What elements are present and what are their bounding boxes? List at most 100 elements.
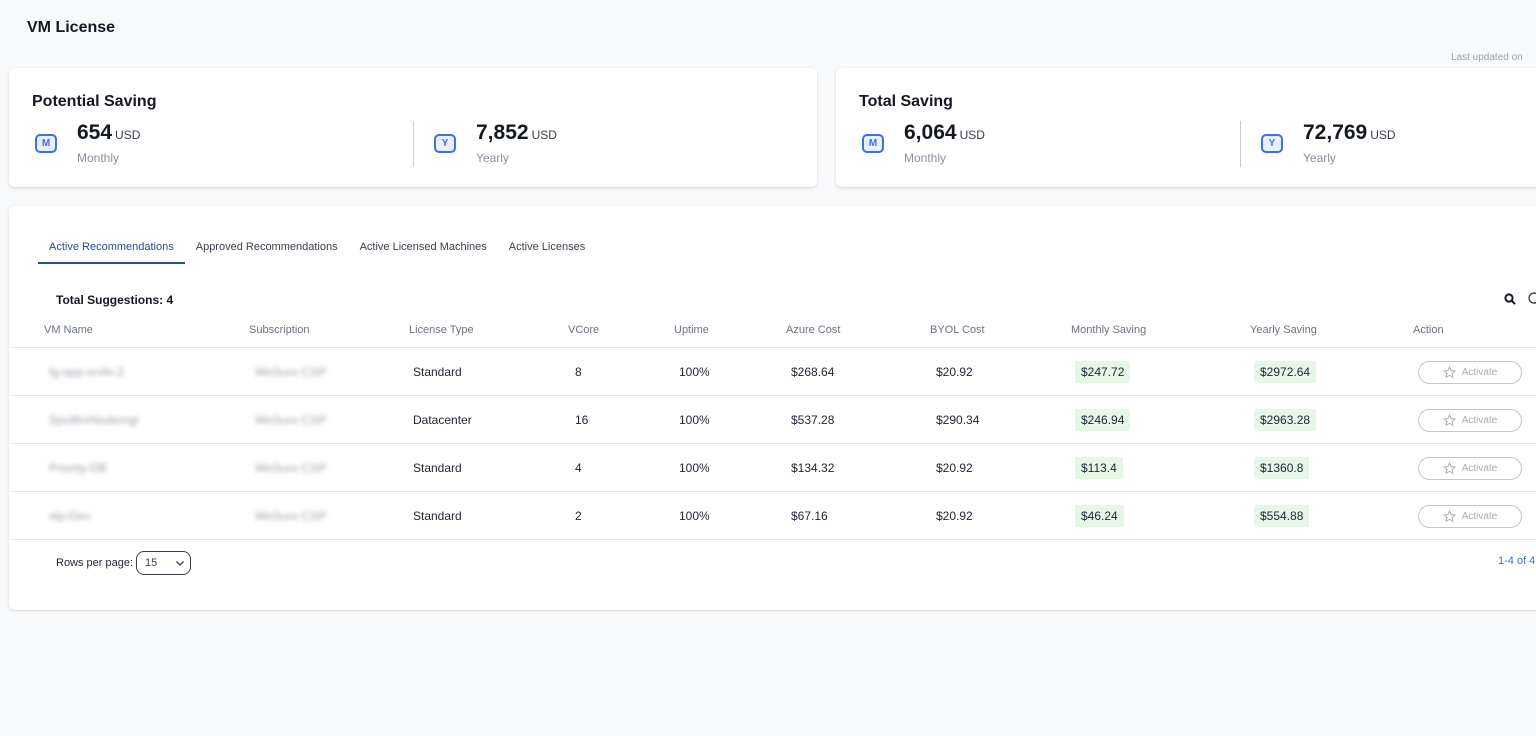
potential-monthly-period: Monthly — [77, 151, 120, 165]
subscription: WeSure CSP — [255, 365, 327, 379]
azure-cost: $67.16 — [791, 509, 828, 523]
monthly-saving-badge: $246.94 — [1075, 409, 1131, 431]
rows-per-page: Rows per page: 15 — [56, 551, 192, 575]
uptime: 100% — [679, 461, 710, 475]
tab-bar: Active Recommendations Approved Recommen… — [38, 234, 596, 264]
table-row: Priority-DB WeSure CSP Standard 4 100% $… — [9, 444, 1536, 492]
byol-cost: $20.92 — [936, 365, 973, 379]
col-byol-cost[interactable]: BYOL Cost — [930, 324, 985, 336]
vcore: 4 — [575, 461, 582, 475]
uptime: 100% — [679, 413, 710, 427]
tab-active-licensed-machines[interactable]: Active Licensed Machines — [349, 234, 498, 264]
star-icon — [1442, 414, 1456, 427]
table-row: fg-app-srvfe-2 WeSure CSP Standard 8 100… — [9, 348, 1536, 396]
activate-button[interactable]: Activate — [1418, 505, 1522, 528]
table-header: VM Name Subscription License Type VCore … — [9, 321, 1536, 348]
pagination-range: 1-4 of 4 — [1498, 555, 1536, 567]
yearly-saving-badge: $554.88 — [1254, 505, 1310, 527]
total-yearly-unit: USD — [1370, 128, 1396, 142]
total-monthly-metric: M 6,064 USD Monthly — [862, 121, 1162, 167]
yearly-icon: Y — [1261, 134, 1283, 153]
total-monthly-unit: USD — [959, 128, 985, 142]
yearly-icon: Y — [434, 134, 456, 153]
uptime: 100% — [679, 509, 710, 523]
col-vm-name[interactable]: VM Name — [44, 324, 93, 336]
vm-name: SpotfireNodemgr — [49, 413, 140, 427]
tab-approved-recommendations[interactable]: Approved Recommendations — [185, 234, 349, 264]
col-azure-cost[interactable]: Azure Cost — [786, 324, 840, 336]
activate-label: Activate — [1461, 511, 1498, 522]
yearly-saving-badge: $2972.64 — [1254, 361, 1317, 383]
byol-cost: $20.92 — [936, 509, 973, 523]
search-icon[interactable] — [1503, 292, 1517, 306]
monthly-saving-badge: $247.72 — [1075, 361, 1131, 383]
potential-monthly-metric: M 654 USD Monthly — [35, 121, 335, 167]
star-icon — [1442, 462, 1456, 475]
potential-yearly-unit: USD — [531, 128, 557, 142]
table-row: nlp-Dev WeSure CSP Standard 2 100% $67.1… — [9, 492, 1536, 540]
yearly-saving-badge: $1360.8 — [1254, 457, 1310, 479]
refresh-icon[interactable] — [1527, 291, 1536, 305]
azure-cost: $537.28 — [791, 413, 835, 427]
license-type: Datacenter — [413, 413, 472, 427]
potential-yearly-period: Yearly — [476, 151, 509, 165]
tab-active-recommendations[interactable]: Active Recommendations — [38, 234, 185, 264]
tab-active-licenses[interactable]: Active Licenses — [498, 234, 596, 264]
azure-cost: $134.32 — [791, 461, 835, 475]
activate-button[interactable]: Activate — [1418, 409, 1522, 432]
activate-button[interactable]: Activate — [1418, 457, 1522, 480]
total-yearly-value: 72,769 USD — [1303, 121, 1396, 145]
last-updated: Last updated on — [1451, 52, 1523, 63]
potential-saving-title: Potential Saving — [32, 93, 157, 110]
total-monthly-period: Monthly — [904, 151, 947, 165]
total-monthly-value: 6,064 USD — [904, 121, 985, 145]
vcore: 8 — [575, 365, 582, 379]
activate-label: Activate — [1461, 463, 1498, 474]
vm-name: fg-app-srvfe-2 — [49, 365, 124, 379]
license-type: Standard — [413, 461, 462, 475]
potential-monthly-amount: 654 — [77, 121, 113, 144]
potential-yearly-metric: Y 7,852 USD Yearly — [434, 121, 734, 167]
total-yearly-period: Yearly — [1303, 151, 1336, 165]
activate-label: Activate — [1461, 415, 1498, 426]
total-yearly-amount: 72,769 — [1303, 121, 1368, 144]
total-saving-title: Total Saving — [859, 93, 953, 110]
col-action: Action — [1413, 324, 1444, 336]
metric-divider — [1240, 121, 1241, 167]
col-monthly-saving[interactable]: Monthly Saving — [1071, 324, 1146, 336]
star-icon — [1442, 366, 1456, 379]
potential-monthly-value: 654 USD — [77, 121, 140, 145]
table-row: SpotfireNodemgr WeSure CSP Datacenter 16… — [9, 396, 1536, 444]
col-license-type[interactable]: License Type — [409, 324, 474, 336]
azure-cost: $268.64 — [791, 365, 835, 379]
activate-button[interactable]: Activate — [1418, 361, 1522, 384]
byol-cost: $20.92 — [936, 461, 973, 475]
potential-yearly-amount: 7,852 — [476, 121, 529, 144]
chevron-down-icon — [176, 561, 185, 566]
star-icon — [1442, 510, 1456, 523]
activate-label: Activate — [1461, 367, 1498, 378]
col-vcore[interactable]: VCore — [568, 324, 599, 336]
col-yearly-saving[interactable]: Yearly Saving — [1250, 324, 1317, 336]
monthly-saving-badge: $113.4 — [1075, 457, 1123, 479]
metric-divider — [413, 121, 414, 167]
monthly-icon: M — [35, 134, 57, 153]
col-uptime[interactable]: Uptime — [674, 324, 709, 336]
rows-per-page-label: Rows per page: — [56, 557, 134, 569]
total-monthly-amount: 6,064 — [904, 121, 957, 144]
rows-per-page-value: 15 — [145, 557, 158, 569]
license-type: Standard — [413, 509, 462, 523]
vcore: 2 — [575, 509, 582, 523]
total-suggestions: Total Suggestions: 4 — [56, 293, 174, 307]
col-subscription[interactable]: Subscription — [249, 324, 310, 336]
total-saving-card: Total Saving M 6,064 USD Monthly Y 72,769… — [836, 68, 1536, 187]
subscription: WeSure CSP — [255, 461, 327, 475]
rows-per-page-select[interactable]: 15 — [136, 551, 192, 575]
recommendations-card: Active Recommendations Approved Recommen… — [9, 206, 1536, 610]
potential-yearly-value: 7,852 USD — [476, 121, 557, 145]
page-title: VM License — [27, 19, 116, 36]
subscription: WeSure CSP — [255, 509, 327, 523]
vm-name: Priority-DB — [49, 461, 108, 475]
yearly-saving-badge: $2963.28 — [1254, 409, 1317, 431]
subscription: WeSure CSP — [255, 413, 327, 427]
